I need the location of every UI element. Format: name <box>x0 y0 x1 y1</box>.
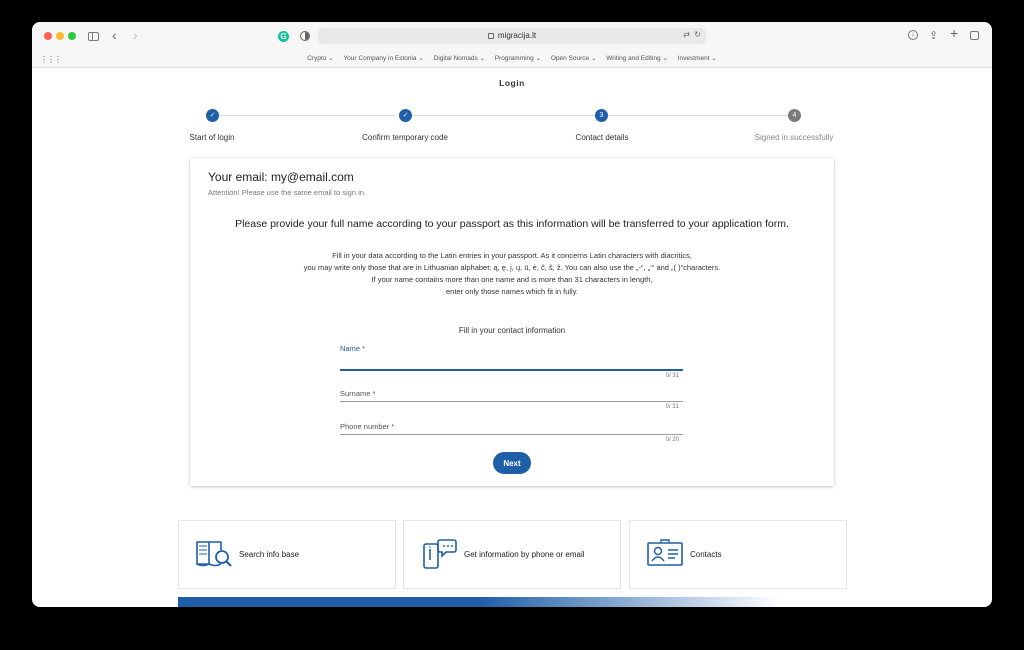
translate-icon[interactable]: ⇄ <box>683 30 690 39</box>
minimize-window-button[interactable] <box>56 32 64 40</box>
phone-field: Phone number * 0/ 20 <box>340 419 683 455</box>
step-label-signed-in-successfully: Signed in successfully <box>754 133 834 142</box>
instructions-line: enter only those names which fit in full… <box>445 287 578 296</box>
step-label-confirm-temporary-code: Confirm temporary code <box>362 133 448 142</box>
bookmark-programming[interactable]: Programming ⌄ <box>495 51 541 67</box>
bookmark-writing-and-editing[interactable]: Writing and Editing ⌄ <box>606 51 668 67</box>
bookmark-your-company-in-estonia[interactable]: Your Company in Estonia ⌄ <box>343 51 423 67</box>
surname-input[interactable] <box>340 386 683 400</box>
info-card-label: Contacts <box>690 550 722 559</box>
info-card-search-info-base[interactable]: Search info base <box>178 520 396 589</box>
page-content: Login ✓ ✓ 3 4 Start of login Confirm tem… <box>32 68 992 607</box>
stepper-connector <box>412 115 595 116</box>
phone-underline <box>340 434 683 435</box>
reload-icon[interactable]: ↻ <box>694 30 701 39</box>
tab-overview-icon[interactable] <box>970 31 979 40</box>
new-tab-icon[interactable]: + <box>950 26 958 40</box>
next-button[interactable]: Next <box>493 452 531 474</box>
bookmarks-bar: ⋮⋮⋮ Crypto ⌄ Your Company in Estonia ⌄ D… <box>32 51 992 68</box>
surname-char-counter: 0/ 31 <box>665 404 679 410</box>
name-input[interactable] <box>340 355 683 369</box>
name-char-counter: 0/ 31 <box>665 373 679 379</box>
instructions-line: you may write only those that are in Lit… <box>303 263 721 272</box>
form-heading: Fill in your contact information <box>458 326 566 335</box>
info-card-contacts[interactable]: Contacts <box>629 520 847 589</box>
passport-heading: Please provide your full name according … <box>235 218 789 230</box>
stepper-connector <box>219 115 395 116</box>
step-label-contact-details: Contact details <box>575 133 629 142</box>
instructions-line: If your name contains more than one name… <box>371 275 653 284</box>
email-label: Your email: <box>208 170 268 184</box>
email-value: my@email.com <box>270 170 354 184</box>
close-window-button[interactable] <box>44 32 52 40</box>
contact-card-icon <box>647 539 683 566</box>
instructions-line: Fill in your data according to the Latin… <box>332 251 692 260</box>
zoom-window-button[interactable] <box>68 32 76 40</box>
footer-gradient-bar <box>178 597 848 607</box>
instructions-text: Fill in your data according to the Latin… <box>190 250 834 298</box>
forward-arrow-icon[interactable]: › <box>133 27 138 43</box>
bookmark-investment[interactable]: Investment ⌄ <box>678 51 717 67</box>
url-text: migracija.lt <box>497 31 537 40</box>
step-3-indicator: 3 <box>595 109 608 122</box>
page-title: Login <box>499 78 525 88</box>
bookmark-digital-nomads[interactable]: Digital Nomads ⌄ <box>434 51 485 67</box>
phone-char-counter: 0/ 20 <box>665 437 679 443</box>
info-card-label: Get information by phone or email <box>464 550 585 559</box>
browser-window: ‹ › G migracija.lt ⇄ ↻ ↓ ⇪ + ⋮⋮⋮ Crypto … <box>32 22 992 607</box>
info-card-phone-or-email[interactable]: Get information by phone or email <box>403 520 621 589</box>
download-icon[interactable]: ↓ <box>908 30 918 40</box>
email-display: Your email: my@email.com <box>208 170 354 184</box>
name-field: Name * 0/ 31 <box>340 344 683 380</box>
share-icon[interactable]: ⇪ <box>929 30 938 42</box>
browser-toolbar: ‹ › G migracija.lt ⇄ ↻ ↓ ⇪ + <box>32 22 992 51</box>
bookmark-crypto[interactable]: Crypto ⌄ <box>307 51 333 67</box>
phone-input[interactable] <box>340 419 683 433</box>
info-card-label: Search info base <box>239 550 300 559</box>
sidebar-toggle-icon[interactable] <box>88 32 99 41</box>
phone-chat-icon <box>423 539 457 569</box>
step-1-check-icon: ✓ <box>206 109 219 122</box>
back-arrow-icon[interactable]: ‹ <box>112 27 117 43</box>
surname-field: Surname * 0/ 31 <box>340 386 683 422</box>
book-search-icon <box>196 541 232 567</box>
attention-note: Attention! Please use the same email to … <box>208 188 367 197</box>
privacy-shield-icon[interactable] <box>300 31 310 41</box>
surname-underline <box>340 401 683 402</box>
step-2-check-icon: ✓ <box>399 109 412 122</box>
name-underline <box>340 369 683 371</box>
bookmark-open-source[interactable]: Open Source ⌄ <box>551 51 597 67</box>
step-4-indicator: 4 <box>788 109 801 122</box>
step-label-start-of-login: Start of login <box>189 133 235 142</box>
stepper-connector <box>608 115 788 116</box>
address-bar[interactable]: migracija.lt ⇄ ↻ <box>318 28 706 44</box>
lock-icon <box>487 32 494 39</box>
name-field-label: Name * <box>340 344 366 353</box>
grammarly-extension-icon[interactable]: G <box>278 31 289 42</box>
contact-details-card: Your email: my@email.com Attention! Plea… <box>190 158 834 486</box>
